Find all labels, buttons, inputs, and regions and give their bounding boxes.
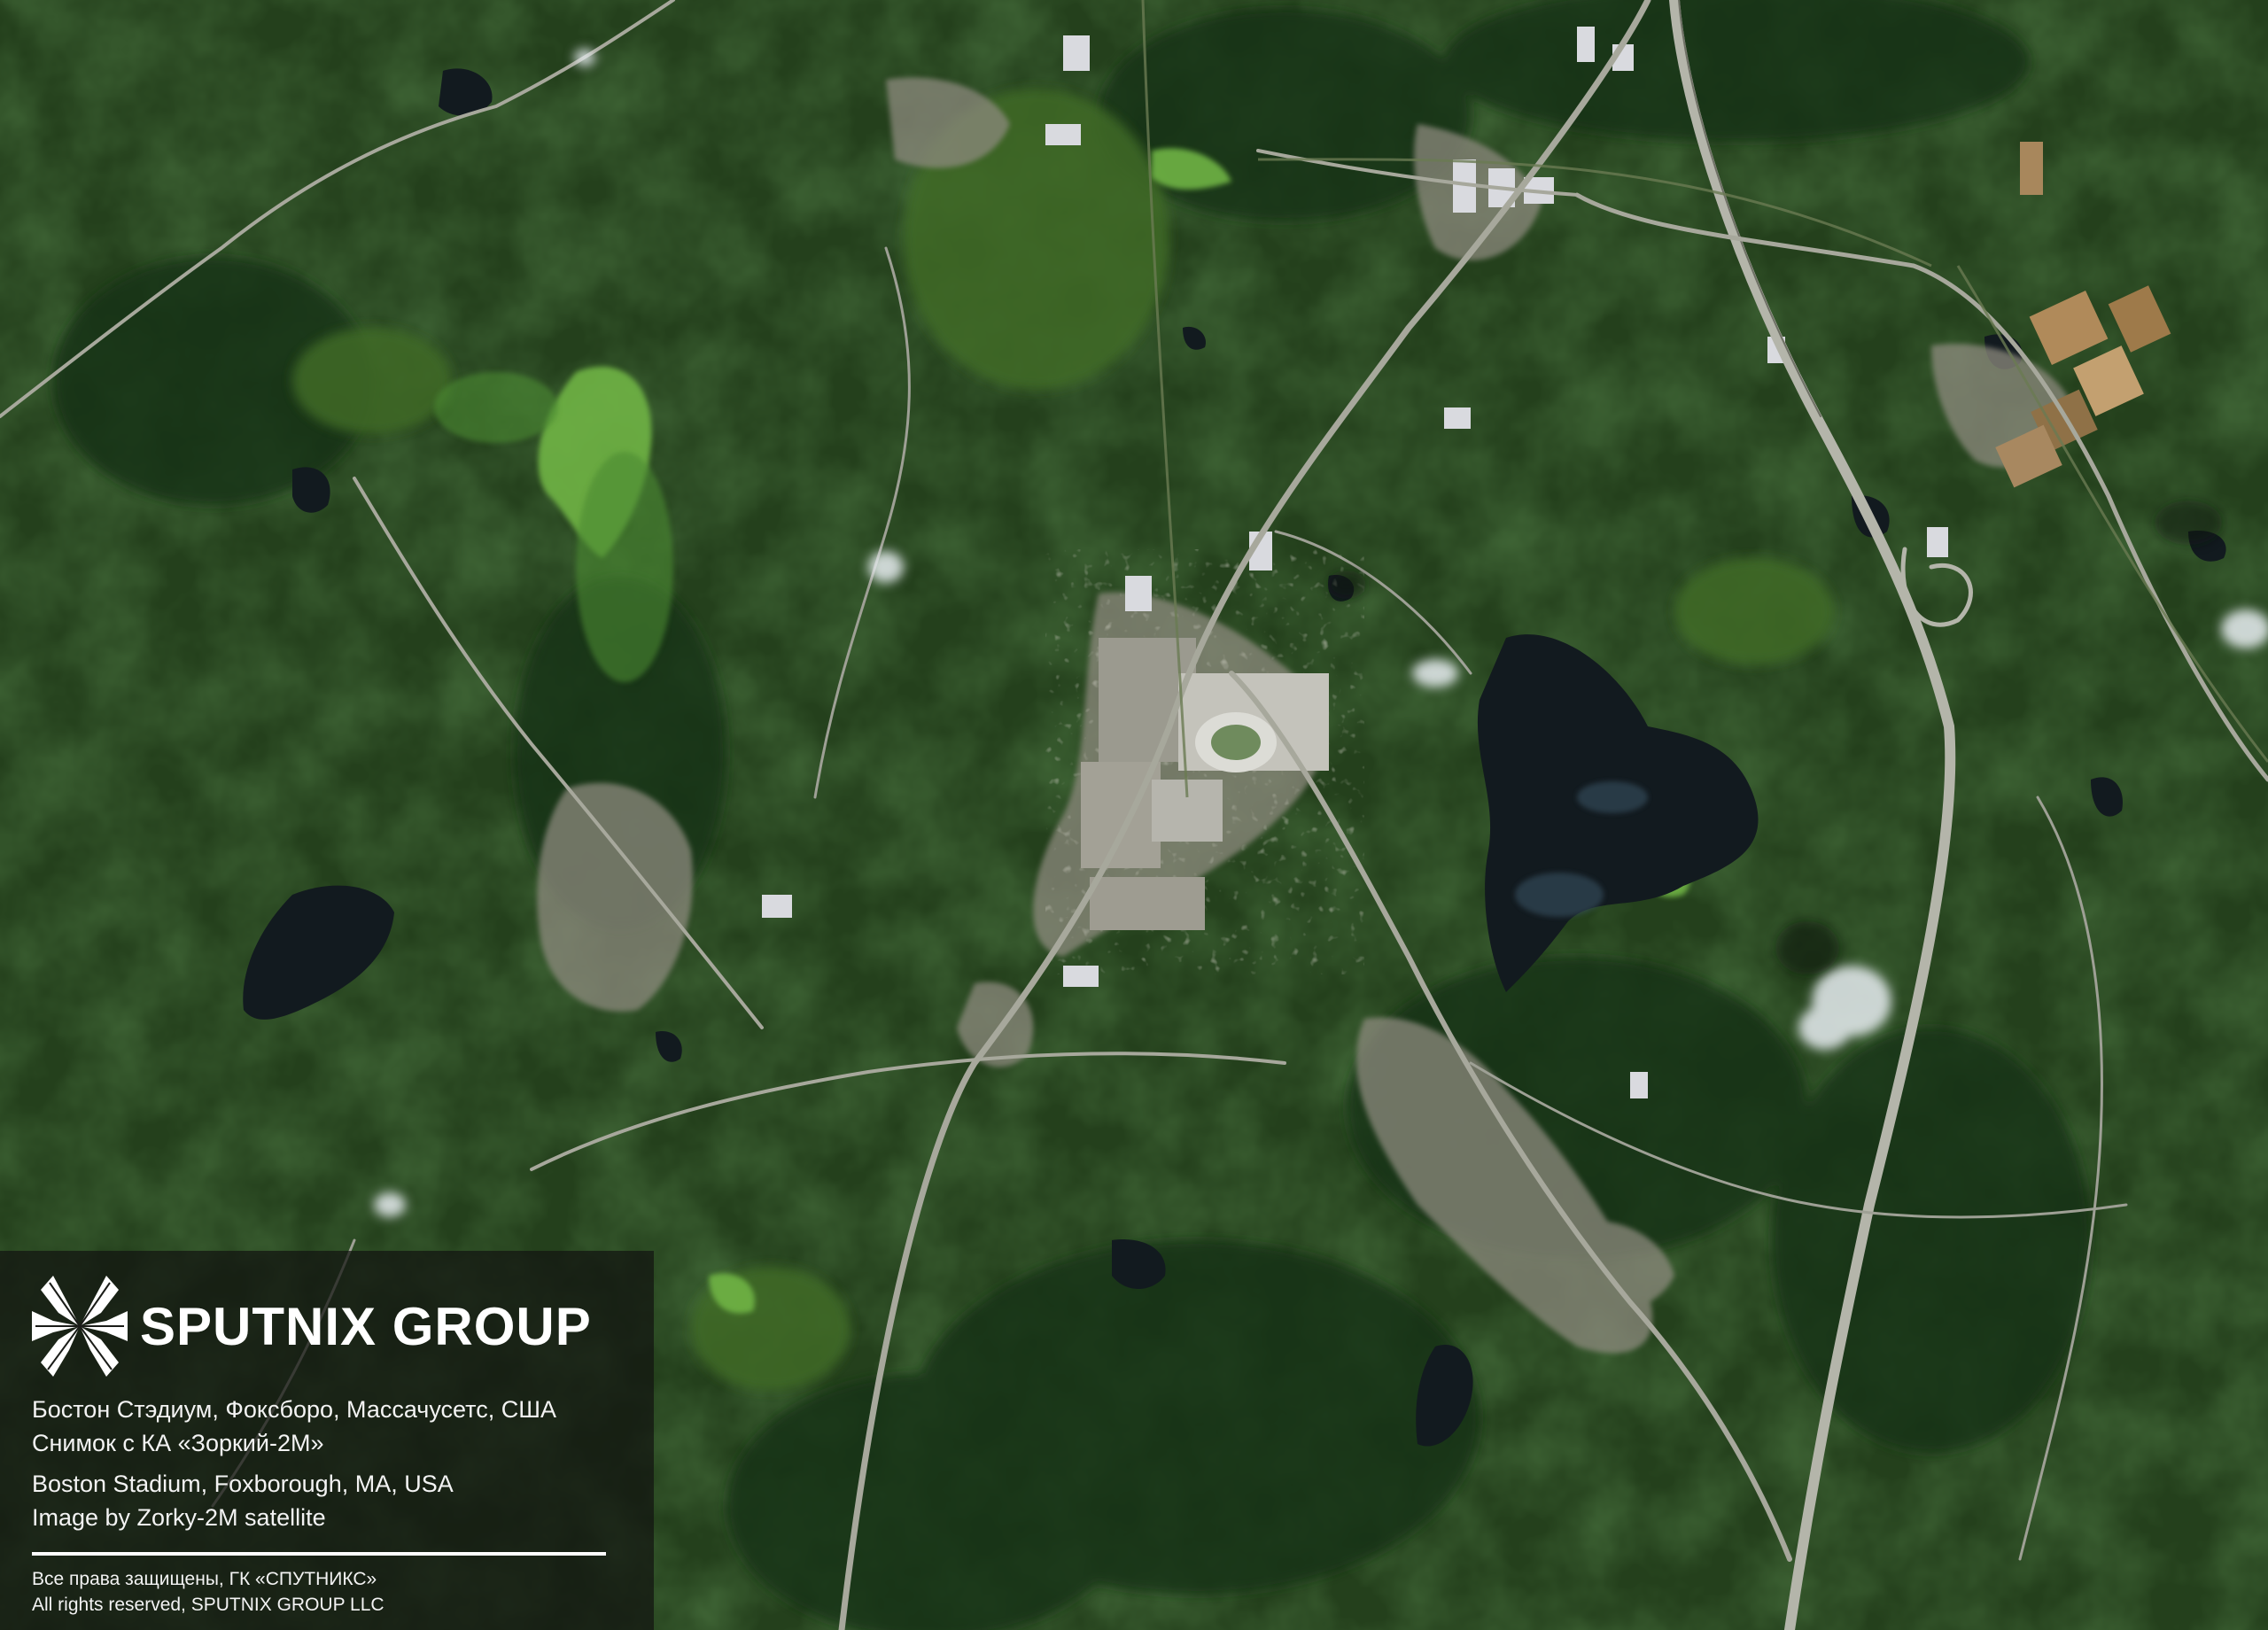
caption-ru-line-1: Бостон Стэдиум, Фоксборо, Массачусетс, С… — [32, 1396, 556, 1423]
copyright-en: All rights reserved, SPUTNIX GROUP LLC — [32, 1595, 384, 1615]
watermark-panel: SPUTNIX GROUP Бостон Стэдиум, Фоксборо, … — [0, 1251, 654, 1630]
caption-en-line-1: Boston Stadium, Foxborough, MA, USA — [32, 1471, 454, 1497]
caption-ru-line-2: Снимок с КА «Зоркий-2М» — [32, 1430, 324, 1456]
sputnix-star-icon — [32, 1276, 128, 1377]
brand-name: SPUTNIX GROUP — [140, 1296, 592, 1356]
divider — [32, 1552, 606, 1556]
caption-russian: Бостон Стэдиум, Фоксборо, Массачусетс, С… — [32, 1393, 556, 1460]
copyright: Все права защищены, ГК «СПУТНИКС» All ri… — [32, 1566, 384, 1618]
copyright-ru: Все права защищены, ГК «СПУТНИКС» — [32, 1569, 377, 1589]
brand-logo: SPUTNIX GROUP — [32, 1272, 592, 1380]
caption-english: Boston Stadium, Foxborough, MA, USA Imag… — [32, 1467, 454, 1534]
caption-en-line-2: Image by Zorky-2M satellite — [32, 1504, 326, 1531]
